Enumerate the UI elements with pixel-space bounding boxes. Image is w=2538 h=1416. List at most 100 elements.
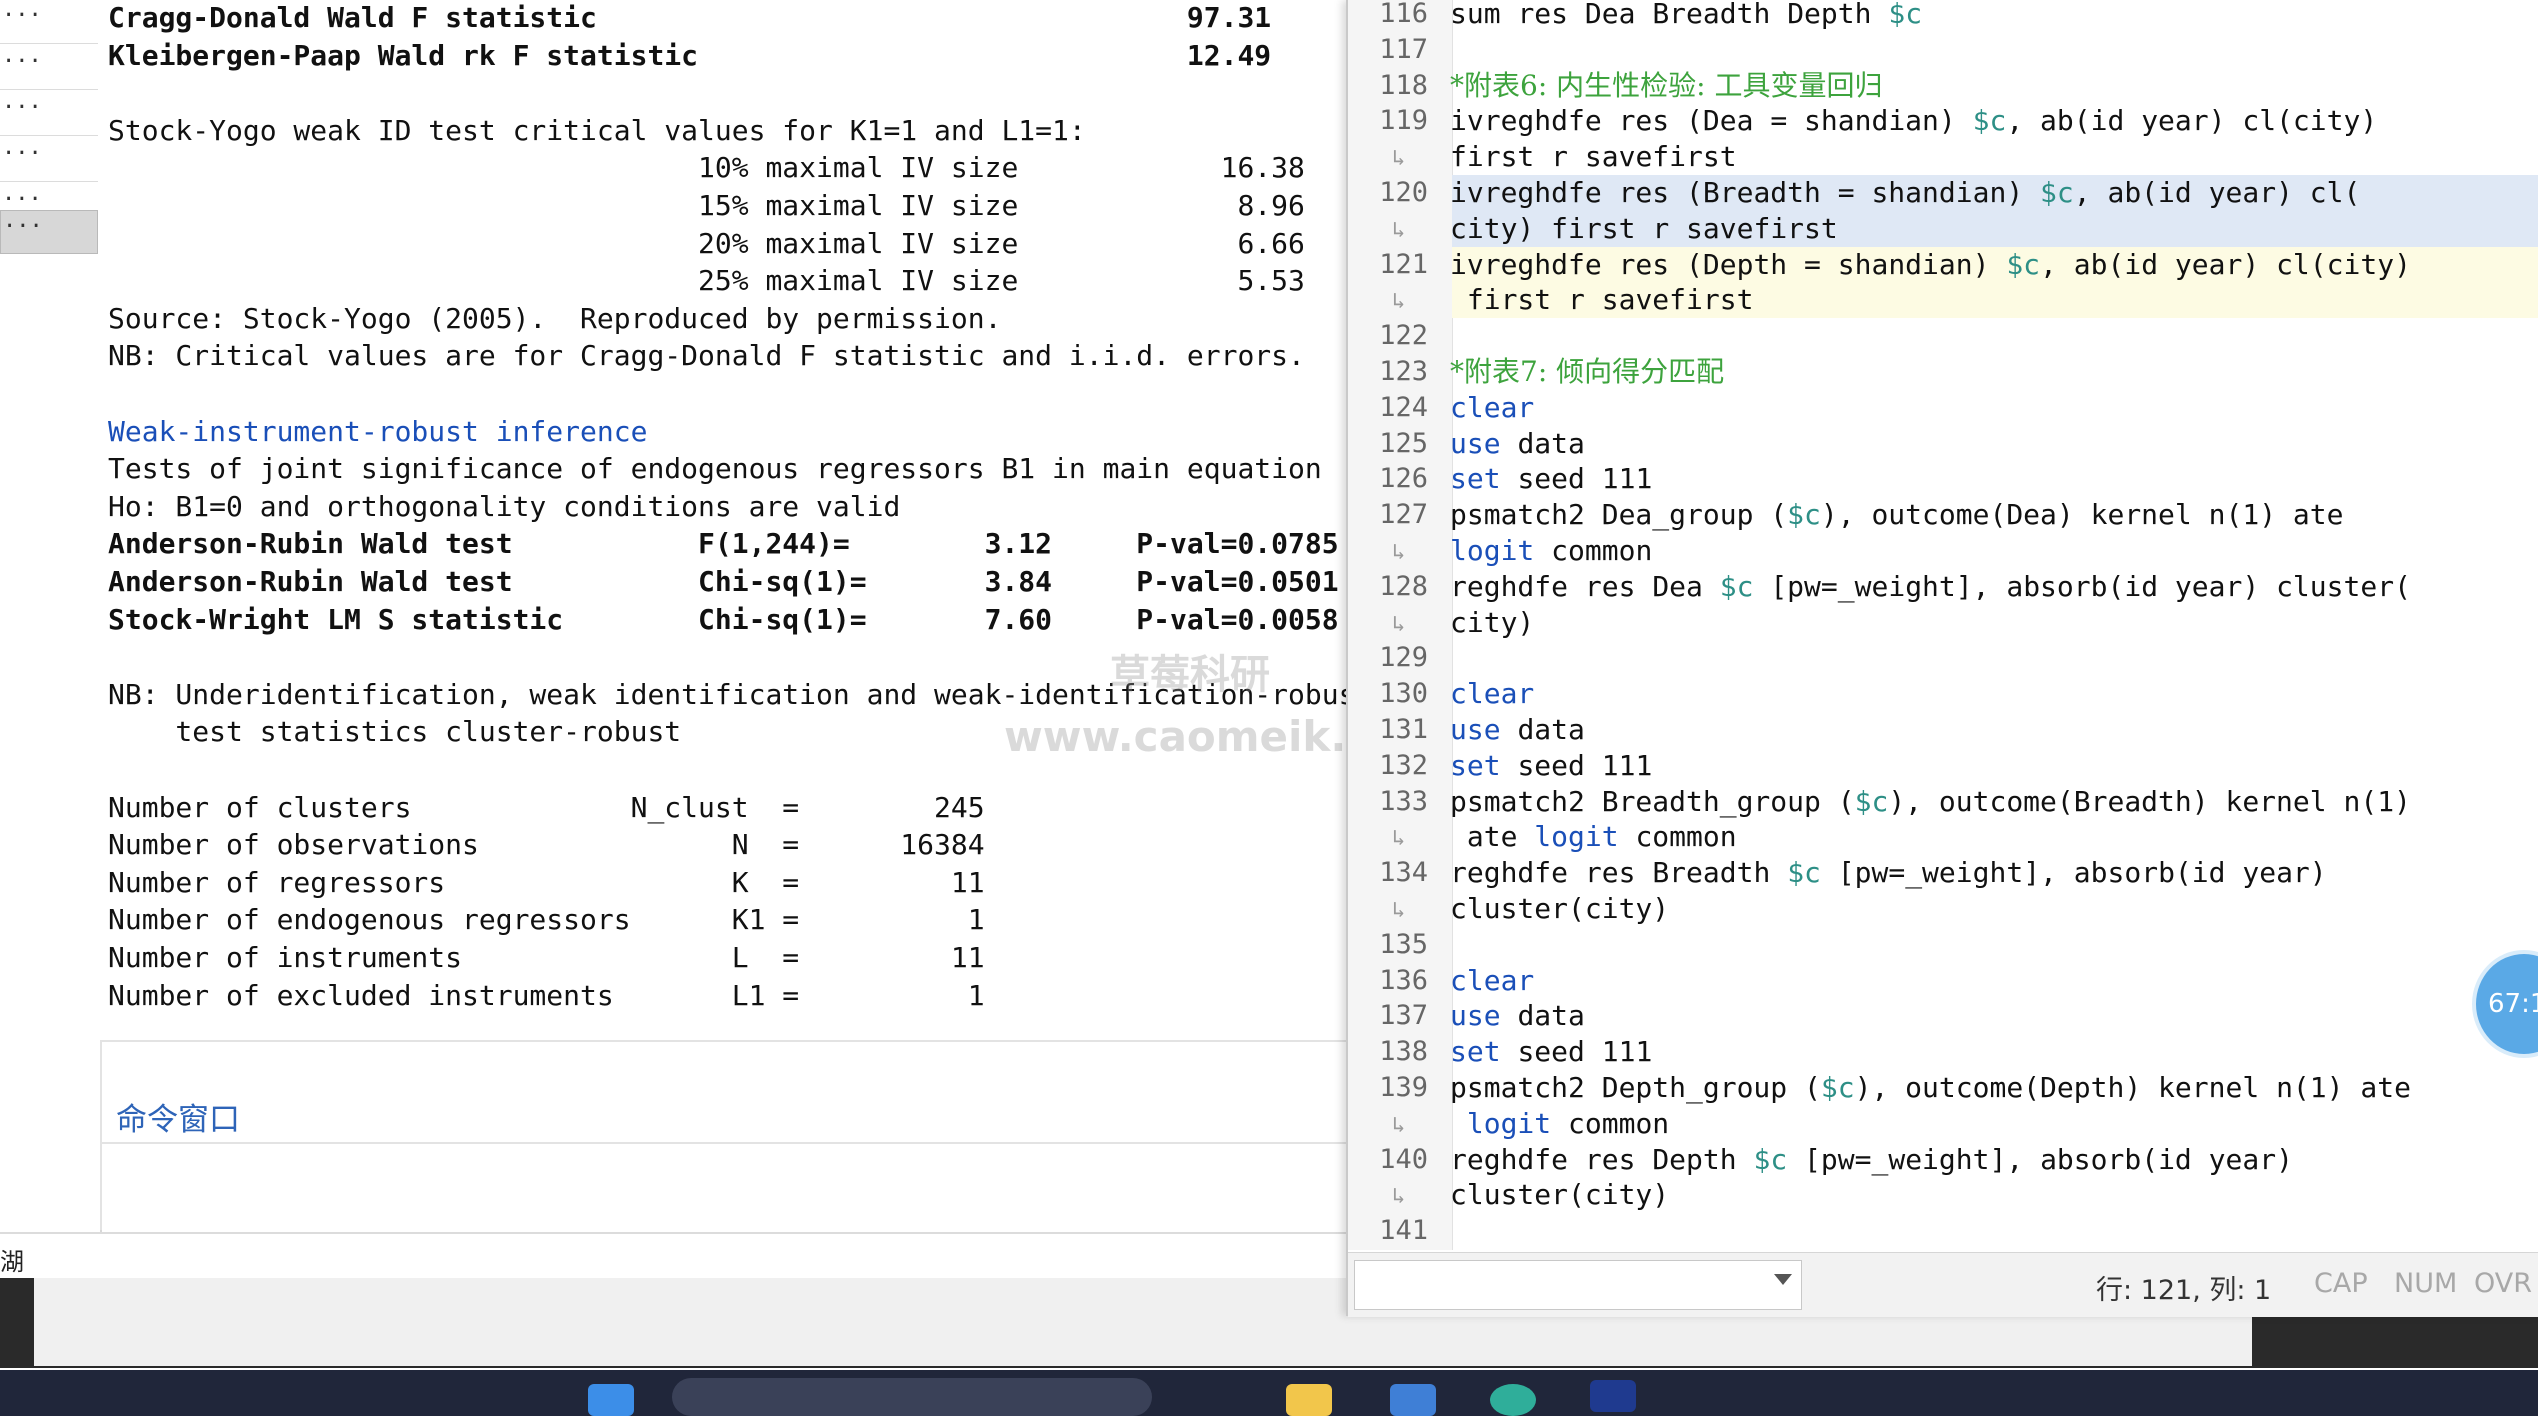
history-item[interactable]: ... [0,210,98,254]
file-explorer-icon[interactable] [1286,1384,1332,1416]
results-line: 20% maximal IV size 6.66 [108,226,1305,260]
code-line[interactable]: ivreghdfe res (Breadth = shandian) $c, a… [1450,175,2360,211]
line-number: 140 [1379,1143,1428,1175]
line-number: 127 [1379,499,1428,531]
code-line[interactable]: ivreghdfe res (Depth = shandian) $c, ab(… [1450,247,2411,283]
line-number: 123 [1379,356,1428,387]
history-item[interactable]: ... [0,137,98,182]
results-line: Anderson-Rubin Wald test F(1,244)= 3.12 … [108,527,1339,561]
code-line[interactable]: reghdfe res Dea $c [pw=_weight], absorb(… [1450,569,2411,605]
code-line[interactable]: first r savefirst [1450,139,1737,175]
results-line: Tests of joint significance of endogenou… [108,452,1322,486]
code-line[interactable]: first r savefirst [1450,282,1754,318]
results-line: 10% maximal IV size 16.38 [108,151,1305,185]
search-box[interactable] [672,1378,1152,1416]
command-window-border [100,1040,102,1230]
code-line[interactable]: city) [1450,605,1534,641]
line-number: 139 [1379,1072,1428,1103]
code-line[interactable]: use data [1450,426,1585,462]
results-line: Ho: B1=0 and orthogonality conditions ar… [108,489,901,523]
results-line: NB: Critical values are for Cragg-Donald… [108,339,1305,373]
line-number: 133 [1379,785,1428,817]
results-line: Number of clusters N_clust = 245 [108,790,985,824]
code-line[interactable]: clear [1450,390,1534,426]
code-line[interactable]: psmatch2 Dea_group ($c), outcome(Dea) ke… [1450,497,2344,533]
code-line[interactable]: use data [1450,712,1585,748]
code-line[interactable]: ate logit common [1450,819,1737,855]
results-line: Stock-Wright LM S statistic Chi-sq(1)= 7… [108,602,1339,636]
line-number: 129 [1379,642,1428,674]
line-number: 131 [1379,714,1428,745]
wrap-arrow-icon: ↳ [1392,217,1406,243]
code-line[interactable]: sum res Dea Breadth Depth $c [1450,0,1922,32]
browser-icon[interactable] [1490,1384,1536,1416]
code-line[interactable]: use data [1450,998,1585,1034]
code-line[interactable]: logit common [1450,1106,1669,1142]
history-item[interactable]: ... [0,0,98,44]
code-line[interactable]: city) first r savefirst [1450,211,1838,247]
results-line: Kleibergen-Paap Wald rk F statistic 12.4… [108,38,1272,72]
line-number: 126 [1379,463,1428,495]
windows-start-icon[interactable] [588,1384,634,1416]
code-line[interactable]: psmatch2 Depth_group ($c), outcome(Depth… [1450,1070,2411,1106]
code-line[interactable]: set seed 111 [1450,748,1652,784]
line-number: 138 [1379,1036,1428,1068]
cap-indicator: CAP [2314,1268,2368,1299]
line-number: 137 [1379,1000,1428,1032]
command-input[interactable] [100,1142,1346,1144]
code-line[interactable]: cluster(city) [1450,1177,1669,1213]
line-number: 122 [1379,320,1428,352]
results-line: Cragg-Donald Wald F statistic 97.31 [108,1,1272,34]
code-line[interactable]: *附表7: 倾向得分匹配 [1450,354,1724,390]
chevron-down-icon[interactable] [1774,1274,1792,1285]
wrap-arrow-icon: ↳ [1392,826,1406,852]
results-line: Number of regressors K = 11 [108,865,985,899]
results-line: Anderson-Rubin Wald test Chi-sq(1)= 3.84… [108,565,1339,598]
app-icon[interactable] [1390,1384,1436,1416]
code-line[interactable]: cluster(city) [1450,891,1669,927]
wrap-arrow-icon: ↳ [1392,540,1406,565]
results-line: Number of observations N = 16384 [108,828,985,862]
line-number: 116 [1379,0,1428,29]
code-line[interactable]: reghdfe res Depth $c [pw=_weight], absor… [1450,1142,2293,1178]
code-line[interactable]: reghdfe res Breadth $c [pw=_weight], abs… [1450,855,2327,891]
line-number: 132 [1379,749,1428,781]
code-line[interactable]: *附表6: 内生性检验: 工具变量回归 [1450,68,1882,104]
results-line: Number of instruments L = 11 [108,941,985,974]
code-line[interactable]: clear [1450,676,1534,712]
command-dropdown[interactable] [1354,1260,1802,1310]
line-number: 125 [1379,427,1428,459]
stata-icon[interactable] [1590,1380,1636,1412]
ovr-indicator: OVR [2474,1268,2533,1299]
line-number: 118 [1379,69,1428,101]
history-item[interactable]: ... [0,45,98,90]
results-line: Stock-Yogo weak ID test critical values … [108,113,1086,147]
results-line: Number of excluded instruments L1 = 1 [108,978,985,1012]
wrap-arrow-icon: ↳ [1392,289,1406,315]
code-line[interactable]: ivreghdfe res (Dea = shandian) $c, ab(id… [1450,103,2377,139]
line-number: 121 [1379,248,1428,280]
code-line[interactable]: psmatch2 Breadth_group ($c), outcome(Bre… [1450,784,2411,820]
watermark-text: 草莓科研 [1110,652,1270,698]
line-number: 119 [1379,105,1428,137]
do-file-editor: 116 sum res Dea Breadth Depth $c 117 118 *附表… [1346,0,2538,1317]
command-window-label: 命令窗口 [116,1102,240,1138]
main-status-bar: 湖 [0,1232,1346,1278]
results-line: 15% maximal IV size 8.96 [108,189,1305,222]
history-item[interactable]: ... [0,91,98,136]
results-window: Cragg-Donald Wald F statistic 97.31 Kleib… [100,0,1346,1040]
wrap-arrow-icon: ↳ [1392,1184,1406,1210]
line-number: 134 [1379,857,1428,889]
code-line[interactable]: set seed 111 [1450,461,1652,497]
code-line[interactable]: clear [1450,963,1534,999]
line-number: 128 [1379,570,1428,602]
status-bar-text: 湖 [0,1248,24,1276]
results-line: test statistics cluster-robust [108,715,682,749]
results-line: Number of endogenous regressors K1 = 1 [108,903,985,937]
results-line: Weak-instrument-robust inference [108,414,648,448]
history-panel: .................. [0,0,102,1232]
code-line[interactable]: set seed 111 [1450,1034,1652,1070]
line-number: 124 [1379,391,1428,423]
line-number: 135 [1379,928,1428,960]
code-line[interactable]: logit common [1450,533,1652,569]
